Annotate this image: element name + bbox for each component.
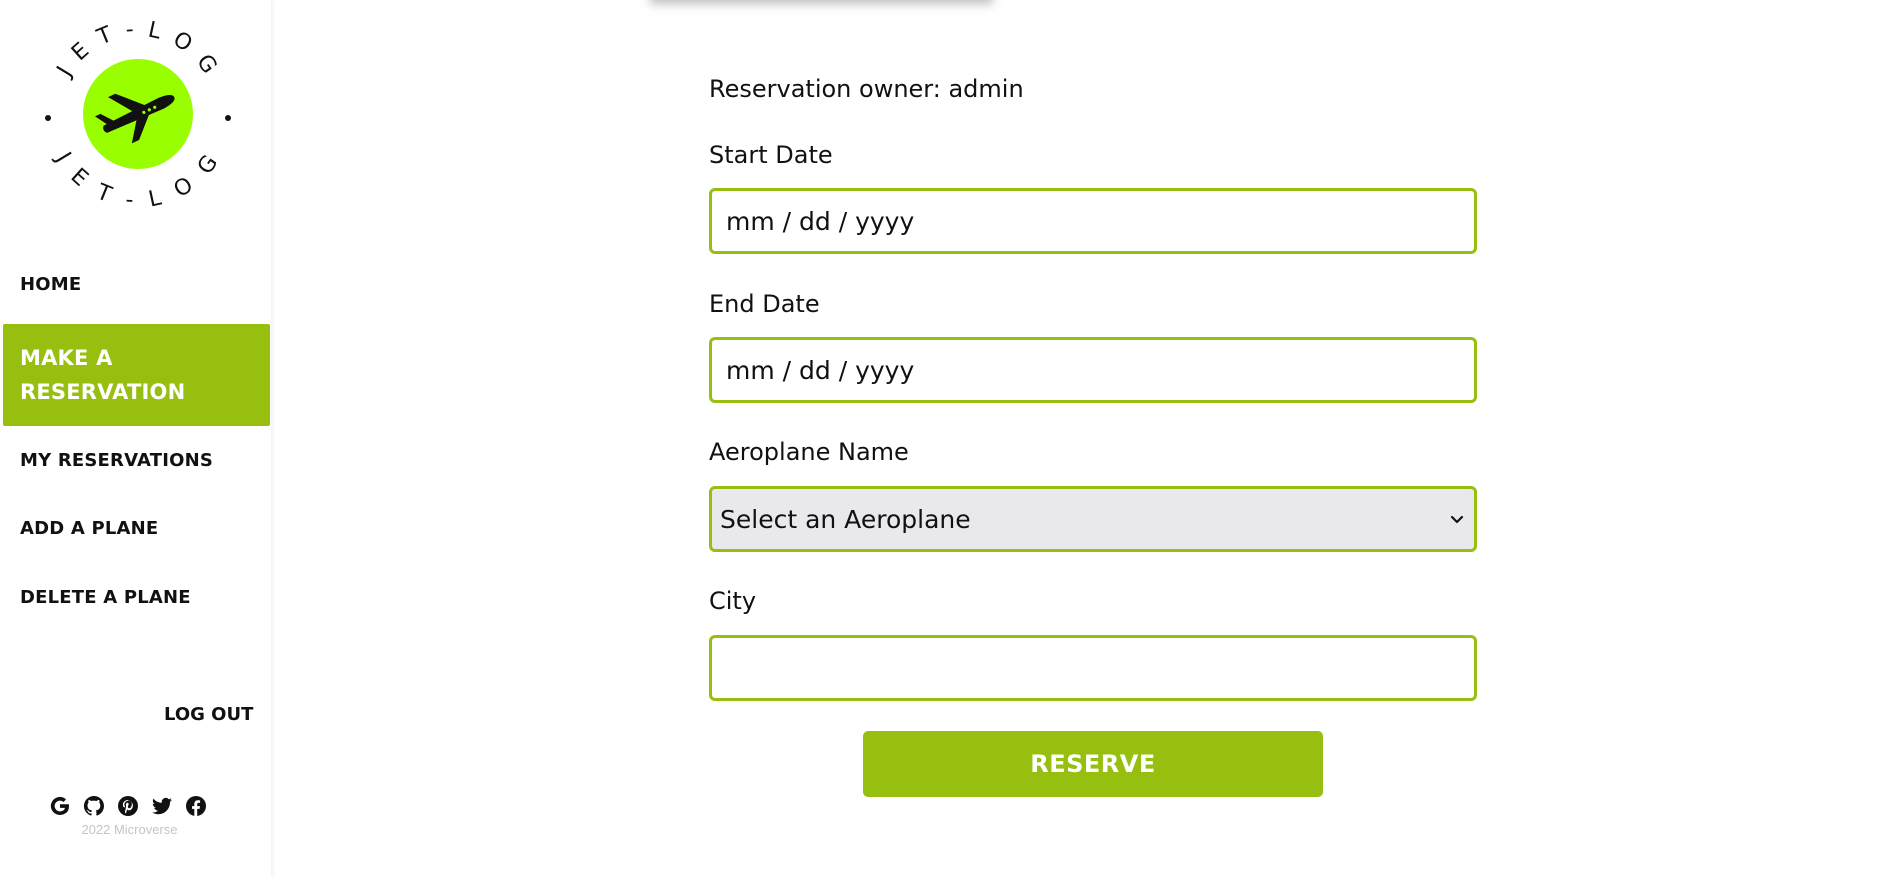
city-label: City [709,587,757,615]
start-date-placeholder: mm / dd / yyyy [726,206,915,236]
end-date-input[interactable]: mm / dd / yyyy [709,337,1477,403]
end-date-placeholder: mm / dd / yyyy [726,355,915,385]
reserve-button[interactable]: Reserve [863,731,1323,797]
city-input[interactable] [709,635,1477,701]
aeroplane-select[interactable]: Select an Aeroplane [709,486,1477,552]
sidebar-item-home[interactable]: Home [3,268,98,302]
reservation-owner: Reservation owner: admin [709,75,1024,103]
logout-button[interactable]: Log Out [164,700,253,730]
chevron-down-icon [1450,515,1464,524]
aeroplane-select-value: Select an Aeroplane [720,504,971,534]
sidebar-item-make-reservation[interactable]: MAKE A RESERVATION [3,324,270,426]
google-icon[interactable] [48,794,72,818]
twitter-icon[interactable] [150,794,174,818]
pinterest-icon[interactable] [116,794,140,818]
footer-copyright: 2022 Microverse [81,822,178,837]
sidebar-item-label: RESERVATION [20,380,186,404]
sidebar: J E T - L O G J E T - L O G Home MAKE A … [0,0,271,877]
start-date-label: Start Date [709,141,833,169]
aeroplane-name-label: Aeroplane Name [709,438,909,466]
sidebar-item-my-reservations[interactable]: My Reservations [3,444,230,478]
end-date-label: End Date [709,290,820,318]
start-date-input[interactable]: mm / dd / yyyy [709,188,1477,254]
sidebar-item-delete-plane[interactable]: Delete a Plane [3,581,208,615]
github-icon[interactable] [82,794,106,818]
jet-log-logo[interactable]: J E T - L O G J E T - L O G [38,14,238,214]
sidebar-item-label: MAKE A [20,346,113,370]
facebook-icon[interactable] [184,794,208,818]
sidebar-item-add-plane[interactable]: Add a Plane [3,512,175,546]
social-links [48,794,208,818]
